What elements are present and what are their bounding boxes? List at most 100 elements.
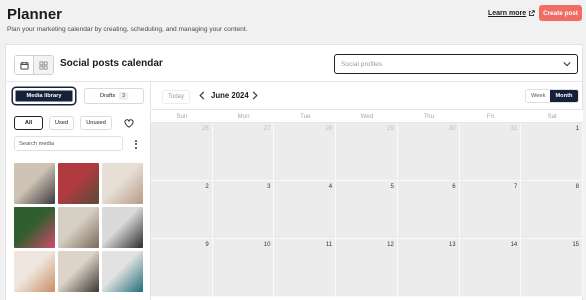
weekday-label: Sat xyxy=(547,112,557,120)
calendar-day-cell[interactable]: 31 xyxy=(459,123,522,181)
day-number: 6 xyxy=(452,184,456,190)
chevron-left-icon xyxy=(199,90,205,100)
day-number: 10 xyxy=(263,242,271,248)
day-number: 1 xyxy=(575,126,579,132)
day-number: 11 xyxy=(325,242,333,248)
calendar-day-cell[interactable]: 2 xyxy=(151,181,213,239)
calendar-day-cell[interactable]: 10 xyxy=(212,239,275,297)
learn-more-link[interactable]: Learn more xyxy=(488,10,535,17)
weekday-label: Tue xyxy=(300,112,311,120)
chevron-right-icon xyxy=(252,90,258,100)
calendar-day-cell[interactable]: 28 xyxy=(274,123,337,181)
more-options-icon[interactable] xyxy=(132,137,140,151)
day-number: 30 xyxy=(448,126,456,132)
filter-all[interactable]: All xyxy=(14,116,43,130)
thumb-dried-bouquet[interactable] xyxy=(58,207,99,248)
chevron-down-icon xyxy=(563,62,571,67)
tab-drafts[interactable]: Drafts 3 xyxy=(84,88,144,104)
thumb-red-hat[interactable] xyxy=(58,163,99,204)
week-row: 9 10 11 12 13 14 15 xyxy=(151,239,583,297)
day-number: 2 xyxy=(205,184,209,190)
media-panel: Media library Drafts 3 All Used Unused S… xyxy=(6,82,151,300)
calendar-day-cell[interactable]: 6 xyxy=(397,181,460,239)
day-number: 26 xyxy=(202,126,209,132)
calendar-day-cell[interactable]: 4 xyxy=(274,181,337,239)
thumb-coffee-flatlay[interactable] xyxy=(102,163,143,204)
learn-more-label: Learn more xyxy=(488,10,527,17)
day-number: 28 xyxy=(325,126,333,132)
day-number: 15 xyxy=(572,242,579,248)
calendar-day-cell[interactable]: 5 xyxy=(336,181,398,239)
weekday-label: Fri xyxy=(486,112,495,120)
calendar-day-cell[interactable]: 3 xyxy=(212,181,275,239)
calendar-day-cell[interactable]: 8 xyxy=(521,181,583,239)
planner-card: Social posts calendar Social profiles Me… xyxy=(5,44,583,300)
calendar-day-cell[interactable]: 7 xyxy=(459,181,522,239)
calendar-day-cell[interactable]: 1 xyxy=(521,123,583,181)
day-number: 14 xyxy=(510,242,518,248)
media-grid xyxy=(14,163,144,292)
tab-drafts-label: Drafts xyxy=(100,93,116,99)
calendar-area: Today June 2024 Week Month Sun Mon Tue Wed T… xyxy=(151,82,583,300)
heart-icon xyxy=(124,118,134,128)
view-switcher: Week Month xyxy=(525,89,579,103)
day-number: 4 xyxy=(328,184,333,190)
filter-favorites[interactable] xyxy=(120,116,138,130)
day-number: 29 xyxy=(387,126,394,132)
social-profiles-select[interactable]: Social profiles xyxy=(334,54,578,74)
tab-media-library[interactable]: Media library xyxy=(13,88,75,104)
search-media-input[interactable]: Search media xyxy=(14,136,123,151)
next-month-button[interactable] xyxy=(250,89,260,101)
thumb-woman-laptop[interactable] xyxy=(14,163,55,204)
calendar-day-cell[interactable]: 29 xyxy=(336,123,398,181)
calendar-title: Social posts calendar xyxy=(60,58,163,69)
day-number: 31 xyxy=(510,126,518,132)
month-label: June 2024 xyxy=(211,91,249,100)
day-number: 9 xyxy=(205,242,209,248)
month-grid: Sun Mon Tue Wed Thu Fri Sat 26 27 28 29 30 31 1 2 3 4 5 6… xyxy=(151,109,583,297)
calendar-day-cell[interactable]: 12 xyxy=(336,239,398,297)
day-number: 13 xyxy=(448,242,456,248)
thumb-person-walking[interactable] xyxy=(58,251,99,292)
calendar-day-cell[interactable]: 26 xyxy=(151,123,213,181)
create-post-button[interactable]: Create post xyxy=(539,5,582,21)
thumb-hand-flower[interactable] xyxy=(14,207,55,248)
weekday-label: Mon xyxy=(237,112,250,120)
thumb-bottle-shelf[interactable] xyxy=(14,251,55,292)
calendar-day-cell[interactable]: 15 xyxy=(521,239,583,297)
calendar-day-cell[interactable]: 13 xyxy=(397,239,460,297)
thumb-black-white-sea[interactable] xyxy=(102,207,143,248)
day-number: 5 xyxy=(390,184,394,190)
drafts-count-badge: 3 xyxy=(119,92,128,100)
month-view-button[interactable]: Month xyxy=(550,90,578,102)
calendar-day-cell[interactable]: 9 xyxy=(151,239,213,297)
day-number: 27 xyxy=(263,126,271,132)
grid-view-button[interactable] xyxy=(34,56,53,74)
page-title: Planner xyxy=(7,6,63,23)
today-button[interactable]: Today xyxy=(162,90,191,104)
day-number: 3 xyxy=(267,184,271,190)
day-number: 8 xyxy=(575,184,579,190)
calendar-day-cell[interactable]: 30 xyxy=(397,123,460,181)
page-subtitle: Plan your marketing calendar by creating… xyxy=(7,26,248,33)
calendar-view-button[interactable] xyxy=(15,56,34,74)
thumb-teal-bag[interactable] xyxy=(102,251,143,292)
prev-month-button[interactable] xyxy=(197,89,207,101)
calendar-icon xyxy=(19,61,29,70)
filter-used[interactable]: Used xyxy=(49,116,74,130)
calendar-day-cell[interactable]: 27 xyxy=(212,123,275,181)
filter-unused[interactable]: Unused xyxy=(80,116,112,130)
day-number: 12 xyxy=(387,242,394,248)
week-row: 2 3 4 5 6 7 8 xyxy=(151,181,583,239)
weekday-label: Thu xyxy=(423,112,435,120)
external-link-icon xyxy=(529,10,535,17)
grid-icon xyxy=(39,60,48,70)
weekday-header: Sun Mon Tue Wed Thu Fri Sat xyxy=(151,109,583,123)
calendar-day-cell[interactable]: 14 xyxy=(459,239,522,297)
calendar-day-cell[interactable]: 11 xyxy=(274,239,337,297)
week-row: 26 27 28 29 30 31 1 xyxy=(151,123,583,181)
week-view-button[interactable]: Week xyxy=(526,90,550,102)
view-toggle xyxy=(14,55,54,75)
weekday-label: Wed xyxy=(360,112,374,120)
day-number: 7 xyxy=(513,184,518,190)
